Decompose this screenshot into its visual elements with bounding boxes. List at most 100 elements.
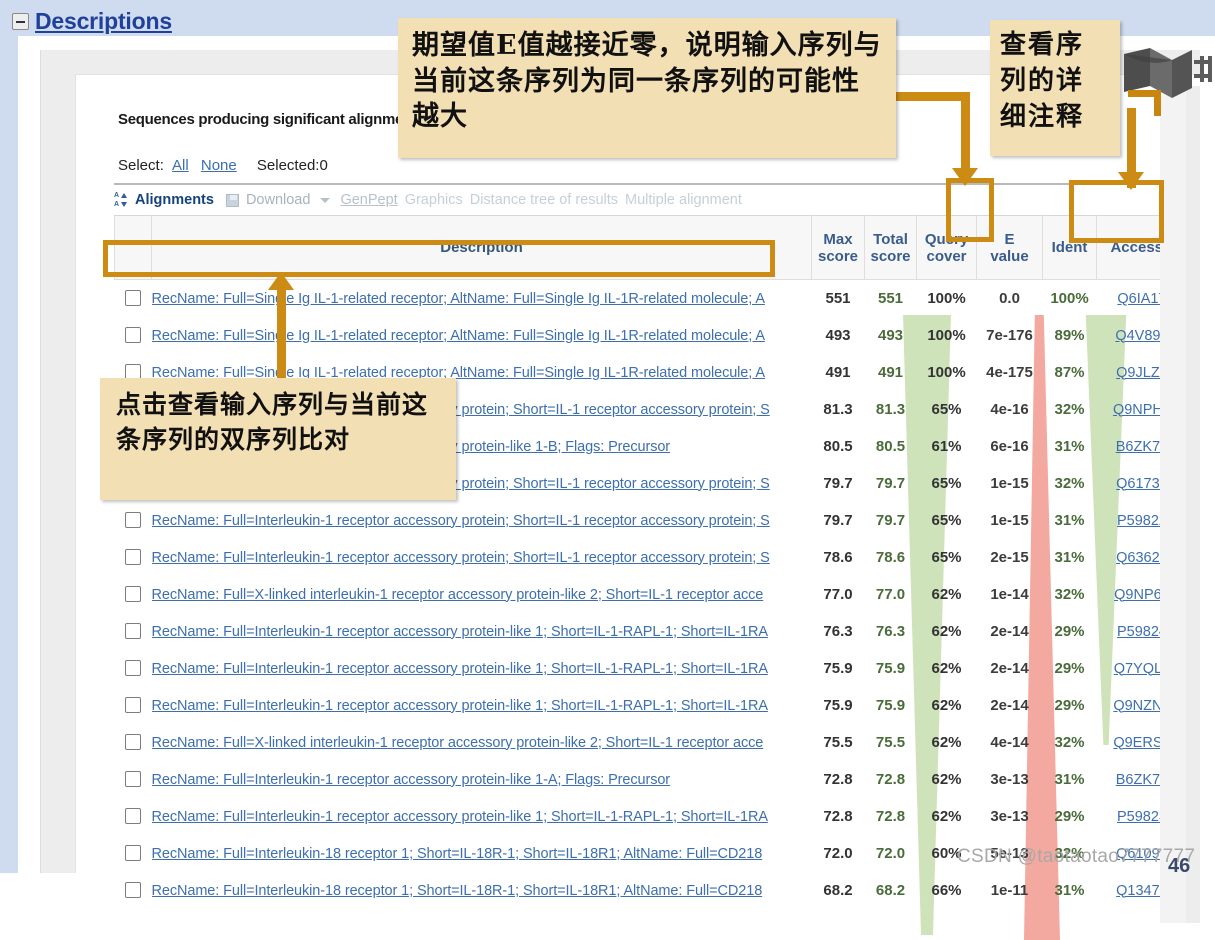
- row-checkbox-cell[interactable]: [115, 835, 152, 872]
- row-max-score: 77.0: [823, 585, 853, 603]
- row-checkbox[interactable]: [125, 882, 141, 898]
- watermark: CSDN @taotaotao7777777: [957, 846, 1196, 867]
- row-e-value: 3e-13: [990, 807, 1029, 825]
- distance-tree-link[interactable]: Distance tree of results: [470, 192, 618, 208]
- descriptions-section-header[interactable]: Descriptions: [12, 8, 172, 35]
- table-row[interactable]: RecName: Full=X-linked interleukin-1 rec…: [115, 576, 1200, 613]
- row-checkbox[interactable]: [125, 660, 141, 676]
- row-description-cell[interactable]: RecName: Full=Interleukin-1 receptor acc…: [152, 539, 812, 576]
- alignments-button[interactable]: Alignments: [135, 192, 214, 208]
- row-checkbox[interactable]: [125, 327, 141, 343]
- row-description-cell[interactable]: RecName: Full=Interleukin-1 receptor acc…: [152, 761, 812, 798]
- page-title[interactable]: Descriptions: [35, 8, 172, 35]
- row-checkbox[interactable]: [125, 771, 141, 787]
- row-description-cell[interactable]: RecName: Full=Interleukin-1 receptor acc…: [152, 613, 812, 650]
- row-checkbox-cell[interactable]: [115, 650, 152, 687]
- row-description-link[interactable]: RecName: Full=Interleukin-18 receptor 1;…: [152, 883, 763, 899]
- row-checkbox-cell[interactable]: [115, 280, 152, 317]
- row-total-score: 493: [877, 326, 904, 344]
- row-description-link[interactable]: RecName: Full=X-linked interleukin-1 rec…: [152, 735, 764, 751]
- row-checkbox[interactable]: [125, 586, 141, 602]
- header-max-score[interactable]: Max score: [811, 215, 865, 280]
- table-row[interactable]: RecName: Full=Interleukin-1 receptor acc…: [115, 613, 1200, 650]
- row-checkbox[interactable]: [125, 623, 141, 639]
- chevron-down-icon[interactable]: [320, 197, 331, 203]
- multiple-alignment-link[interactable]: Multiple alignment: [625, 192, 742, 208]
- row-checkbox[interactable]: [125, 808, 141, 824]
- sort-icon: AA: [114, 192, 127, 208]
- row-description-cell[interactable]: RecName: Full=Interleukin-1 receptor acc…: [152, 687, 812, 724]
- results-toolbar: AA Alignments Download GenPept Graphics …: [114, 183, 1196, 211]
- slide-left-band: [0, 0, 18, 873]
- graphics-link[interactable]: Graphics: [405, 192, 463, 208]
- row-description-cell[interactable]: RecName: Full=Interleukin-1 receptor acc…: [152, 798, 812, 835]
- genpept-link[interactable]: GenPept: [340, 192, 397, 208]
- row-checkbox[interactable]: [125, 734, 141, 750]
- row-description-cell[interactable]: RecName: Full=Interleukin-18 receptor 1;…: [152, 872, 812, 909]
- row-description-link[interactable]: RecName: Full=X-linked interleukin-1 rec…: [152, 587, 764, 603]
- table-row[interactable]: RecName: Full=Interleukin-1 receptor acc…: [115, 539, 1200, 576]
- header-e-value[interactable]: E value: [976, 215, 1043, 280]
- row-max-score: 79.7: [823, 511, 853, 529]
- row-checkbox-cell[interactable]: [115, 872, 152, 909]
- row-query-cover: 65%: [931, 474, 962, 492]
- header-e-value-line1: E: [1004, 230, 1015, 248]
- row-description-cell[interactable]: RecName: Full=X-linked interleukin-1 rec…: [152, 576, 812, 613]
- row-max-score: 72.8: [823, 807, 853, 825]
- row-description-link[interactable]: RecName: Full=Interleukin-1 receptor acc…: [152, 772, 671, 788]
- row-checkbox-cell[interactable]: [115, 798, 152, 835]
- header-ident[interactable]: Ident: [1042, 215, 1097, 280]
- table-row[interactable]: RecName: Full=Interleukin-18 receptor 1;…: [115, 872, 1200, 909]
- row-ident: 32%: [1054, 585, 1085, 603]
- table-row[interactable]: RecName: Full=Interleukin-1 receptor acc…: [115, 502, 1200, 539]
- header-description[interactable]: Description: [151, 215, 812, 280]
- row-checkbox-cell[interactable]: [115, 724, 152, 761]
- row-checkbox[interactable]: [125, 290, 141, 307]
- row-description-link[interactable]: RecName: Full=Interleukin-1 receptor acc…: [152, 698, 768, 714]
- header-total-score-line1: Total: [873, 230, 908, 248]
- row-description-cell[interactable]: RecName: Full=X-linked interleukin-1 rec…: [152, 724, 812, 761]
- row-description-link[interactable]: RecName: Full=Interleukin-18 receptor 1;…: [152, 846, 763, 862]
- row-checkbox[interactable]: [125, 845, 141, 861]
- header-query-cover[interactable]: Query cover: [916, 215, 977, 280]
- row-description-cell[interactable]: RecName: Full=Single Ig IL-1-related rec…: [152, 280, 812, 317]
- row-e-value: 3e-13: [990, 770, 1029, 788]
- slide-canvas: Descriptions Sequences producing signifi…: [0, 0, 1215, 940]
- table-row[interactable]: RecName: Full=Interleukin-1 receptor acc…: [115, 798, 1200, 835]
- select-all-link[interactable]: All: [172, 157, 189, 174]
- row-description-cell[interactable]: RecName: Full=Single Ig IL-1-related rec…: [152, 317, 812, 354]
- row-description-cell[interactable]: RecName: Full=Interleukin-1 receptor acc…: [152, 502, 812, 539]
- row-description-link[interactable]: RecName: Full=Single Ig IL-1-related rec…: [152, 291, 766, 307]
- table-row[interactable]: RecName: Full=Interleukin-1 receptor acc…: [115, 650, 1200, 687]
- download-button[interactable]: Download: [246, 192, 311, 208]
- row-checkbox-cell[interactable]: [115, 317, 152, 354]
- row-checkbox[interactable]: [125, 549, 141, 565]
- row-description-cell[interactable]: RecName: Full=Interleukin-1 receptor acc…: [152, 650, 812, 687]
- row-description-link[interactable]: RecName: Full=Single Ig IL-1-related rec…: [152, 328, 766, 344]
- table-row[interactable]: RecName: Full=X-linked interleukin-1 rec…: [115, 724, 1200, 761]
- row-checkbox-cell[interactable]: [115, 761, 152, 798]
- row-description-cell[interactable]: RecName: Full=Interleukin-18 receptor 1;…: [152, 835, 812, 872]
- scrollbar-track[interactable]: [1160, 86, 1186, 923]
- row-description-link[interactable]: RecName: Full=Interleukin-1 receptor acc…: [152, 661, 768, 677]
- row-total-score: 77.0: [875, 585, 906, 603]
- row-checkbox-cell[interactable]: [115, 539, 152, 576]
- minus-icon[interactable]: [12, 13, 29, 30]
- row-description-link[interactable]: RecName: Full=Interleukin-1 receptor acc…: [152, 513, 770, 529]
- row-checkbox-cell[interactable]: [115, 502, 152, 539]
- row-checkbox-cell[interactable]: [115, 576, 152, 613]
- row-checkbox-cell[interactable]: [115, 687, 152, 724]
- header-total-score[interactable]: Total score: [864, 215, 917, 280]
- row-max-score: 75.9: [823, 696, 853, 714]
- row-checkbox[interactable]: [125, 512, 141, 528]
- table-row[interactable]: RecName: Full=Interleukin-1 receptor acc…: [115, 687, 1200, 724]
- row-description-link[interactable]: RecName: Full=Interleukin-1 receptor acc…: [152, 550, 770, 566]
- select-none-link[interactable]: None: [201, 157, 237, 174]
- row-checkbox[interactable]: [125, 697, 141, 713]
- row-checkbox-cell[interactable]: [115, 613, 152, 650]
- callout-evalue-explanation: 期望值E值越接近零，说明输入序列与当前这条序列为同一条序列的可能性越大: [398, 18, 896, 158]
- table-row[interactable]: RecName: Full=Interleukin-1 receptor acc…: [115, 761, 1200, 798]
- row-description-link[interactable]: RecName: Full=Interleukin-1 receptor acc…: [152, 624, 768, 640]
- row-description-link[interactable]: RecName: Full=Interleukin-1 receptor acc…: [152, 809, 768, 825]
- row-max-score: 79.7: [823, 474, 853, 492]
